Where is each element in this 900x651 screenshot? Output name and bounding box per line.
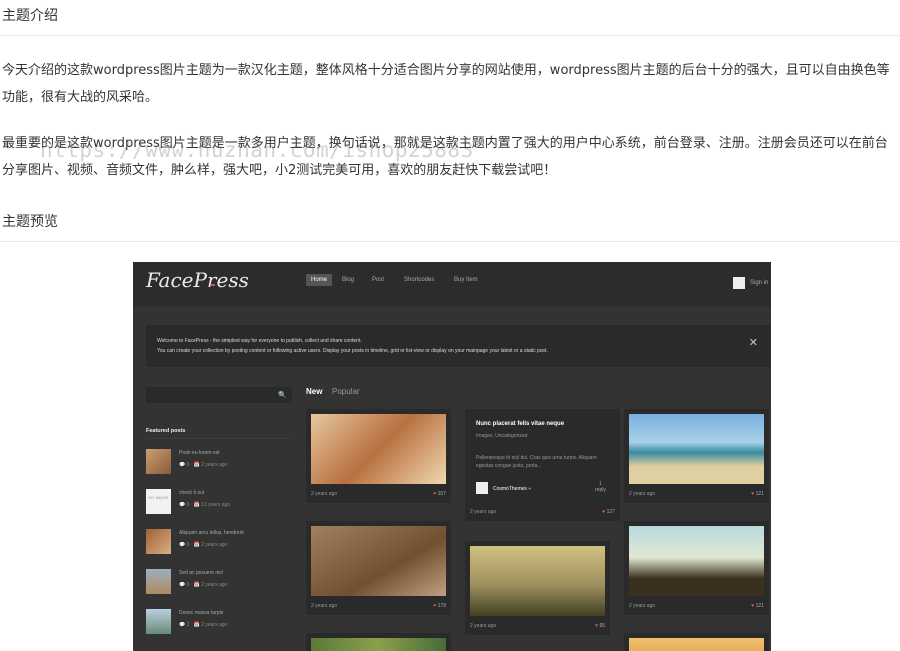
post-card: 2 years ago ♥ 179 — [306, 521, 451, 615]
featured-post: Aliquam arcu tellus, hendrerit 💬 0 📅 2 y… — [146, 529, 296, 559]
tab-popular: Popular — [332, 387, 360, 396]
featured-post-title: Donec massa turpis — [179, 610, 224, 616]
preview-signin: Sign in — [750, 280, 769, 286]
comments-icon: 💬 — [179, 622, 186, 628]
featured-post-meta: 💬 0 📅 13 years ago — [179, 502, 231, 508]
post-likes: ♥ 121 — [751, 491, 764, 497]
post-card — [306, 633, 451, 651]
post-title: Nunc placerat felis vitae neque — [476, 421, 565, 427]
featured-post-title: Proin eu lorem est — [179, 450, 220, 456]
post-likes: ♥ 121 — [751, 603, 764, 609]
preview-nav-home: Home — [306, 274, 333, 286]
post-date: 2 years ago — [629, 603, 656, 609]
post-likes: ♥ 107 — [433, 491, 446, 497]
calendar-icon: 📅 — [193, 622, 200, 628]
heart-icon: ♥ — [595, 623, 599, 629]
post-likes: ♥ 179 — [433, 603, 446, 609]
preview-search-input: 🔍 — [146, 387, 292, 403]
featured-post: Proin eu lorem est 💬 0 📅 2 years ago — [146, 449, 296, 479]
post-date: 2 years ago — [629, 491, 656, 497]
featured-posts-title: Featured posts — [146, 428, 186, 434]
featured-post: NO IMAGE check it out 💬 0 📅 13 years ago — [146, 489, 296, 519]
theme-preview-screenshot: FacePress Home Blog Post Shortcodes Buy … — [133, 262, 771, 651]
comments-icon: 💬 — [179, 582, 186, 588]
calendar-icon: 📅 — [193, 462, 200, 468]
heart-icon: ♥ — [751, 603, 755, 609]
featured-post-meta: 💬 0 📅 2 years ago — [179, 582, 228, 588]
comments-icon: 💬 — [179, 462, 186, 468]
post-date: 2 years ago — [470, 623, 497, 629]
post-card-text: Nunc placerat felis vitae neque Images, … — [465, 409, 620, 521]
featured-post: Donec massa turpis 💬 2 📅 2 years ago — [146, 609, 296, 639]
post-date: 2 years ago — [311, 603, 338, 609]
section-heading-intro: 主题介绍 — [2, 8, 58, 24]
featured-thumb — [146, 569, 171, 594]
post-image — [470, 546, 605, 616]
preview-nav-shortcodes: Shortcodes — [404, 277, 435, 283]
post-card: 2 years ago ♥ 121 — [624, 521, 769, 615]
heart-icon: ♥ — [433, 603, 437, 609]
post-card — [624, 633, 769, 651]
post-image — [629, 414, 764, 484]
calendar-icon: 📅 — [193, 542, 200, 548]
preview-nav-post: Post — [372, 277, 385, 283]
post-excerpt: Pellentesque id nisl dui. Cras quis urna… — [476, 455, 597, 469]
post-image — [629, 638, 764, 651]
post-date: 2 years ago — [311, 491, 338, 497]
close-icon: ✕ — [748, 337, 758, 349]
post-card: 2 years ago ♥ 121 — [624, 409, 769, 503]
welcome-line-2: You can create your collection by postin… — [157, 348, 548, 354]
preview-nav-buy-item: Buy Item — [454, 277, 478, 283]
post-likes: ♥ 95 — [595, 623, 605, 629]
divider — [0, 35, 900, 36]
featured-post-meta: 💬 2 📅 2 years ago — [179, 622, 228, 628]
post-image — [629, 526, 764, 596]
preview-nav-blog: Blog — [342, 277, 355, 283]
post-image — [311, 414, 446, 484]
featured-post: Sed ac posuere nisl 💬 0 📅 2 years ago — [146, 569, 296, 599]
preview-signin-icon — [733, 277, 745, 289]
post-card: 2 years ago ♥ 95 — [465, 541, 610, 635]
tab-new: New — [306, 387, 323, 396]
preview-logo: FacePress — [146, 268, 249, 292]
calendar-icon: 📅 — [193, 502, 200, 508]
section-heading-preview: 主题预览 — [2, 214, 58, 230]
calendar-icon: 📅 — [193, 582, 200, 588]
post-categories: Images, Uncategorized — [476, 433, 528, 439]
intro-paragraph-1: 今天介绍的这款wordpress图片主题为一款汉化主题，整体风格十分适合图片分享… — [2, 63, 890, 105]
welcome-line-1: Welcome to FacePress - the simplest way … — [157, 338, 362, 344]
heart-icon: ♥ — [751, 491, 755, 497]
featured-post-title: check it out — [179, 490, 205, 496]
heart-icon: ♥ — [602, 509, 606, 515]
post-card: 2 years ago ♥ 107 — [306, 409, 451, 503]
featured-post-title: Aliquam arcu tellus, hendrerit — [179, 530, 244, 536]
logo-accent — [211, 284, 215, 286]
preview-welcome-box: Welcome to FacePress - the simplest way … — [146, 325, 770, 367]
online-icon: ● — [528, 486, 532, 492]
watermark: https://www.huzhan.com/ishop25883 — [40, 138, 474, 162]
featured-thumb: NO IMAGE — [146, 489, 171, 514]
featured-post-meta: 💬 0 📅 2 years ago — [179, 462, 228, 468]
featured-thumb — [146, 449, 171, 474]
divider — [0, 241, 900, 242]
post-likes: ♥ 127 — [602, 509, 615, 515]
post-date: 2 years ago — [470, 509, 497, 515]
comments-icon: 💬 — [179, 502, 186, 508]
avatar — [476, 482, 488, 494]
featured-post-title: Sed ac posuere nisl — [179, 570, 223, 576]
heart-icon: ♥ — [433, 491, 437, 497]
featured-thumb — [146, 609, 171, 634]
comments-icon: 💬 — [179, 542, 186, 548]
featured-post-meta: 💬 0 📅 2 years ago — [179, 542, 228, 548]
reply-count: 1 reply — [595, 481, 606, 493]
search-icon: 🔍 — [278, 392, 287, 399]
post-image — [311, 638, 446, 651]
featured-thumb — [146, 529, 171, 554]
post-image — [311, 526, 446, 596]
divider — [146, 438, 292, 439]
post-author: CosmoThemes ● — [493, 486, 532, 492]
